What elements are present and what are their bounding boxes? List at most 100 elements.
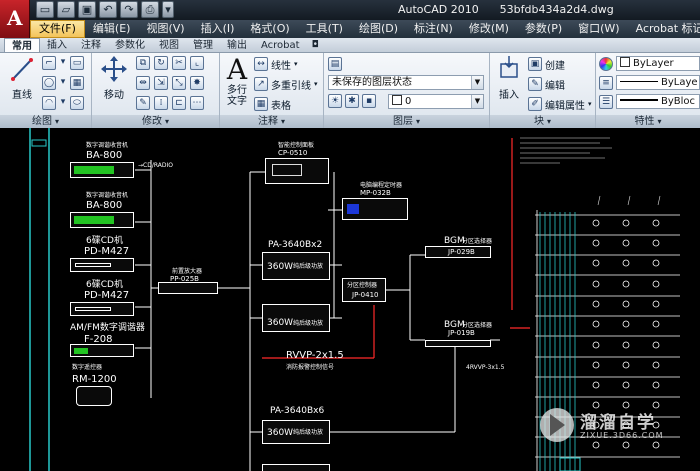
- mirror-button[interactable]: ⇹: [136, 75, 150, 91]
- fillet-button[interactable]: ⌞: [190, 55, 204, 71]
- tab-output[interactable]: 输出: [220, 38, 254, 52]
- menu-insert[interactable]: 插入(I): [193, 20, 243, 38]
- create-block-icon: ▣: [528, 57, 542, 71]
- dropdown-icon[interactable]: ▾: [59, 56, 67, 70]
- copy-button[interactable]: ⧉: [136, 55, 150, 71]
- dropdown-icon[interactable]: ▾: [588, 100, 592, 108]
- rectangle-button[interactable]: ▭: [70, 55, 84, 71]
- move-button[interactable]: 移动: [96, 55, 132, 101]
- cd2-device[interactable]: [70, 302, 134, 316]
- dropdown-icon[interactable]: ▼: [471, 95, 483, 108]
- menu-view[interactable]: 视图(V): [138, 20, 192, 38]
- edit-attributes-button[interactable]: ✐ 编辑属性 ▾: [528, 96, 592, 112]
- freeze-icon[interactable]: ✱: [345, 94, 359, 108]
- redo-icon[interactable]: ↷: [120, 1, 138, 18]
- amp4-device[interactable]: [262, 464, 330, 471]
- dropdown-icon[interactable]: ▼: [471, 76, 483, 89]
- current-layer-dropdown[interactable]: 0 ▼: [388, 94, 484, 109]
- offset-button[interactable]: ⊏: [172, 95, 186, 111]
- layer-state-dropdown[interactable]: 未保存的图层状态 ▼: [328, 75, 484, 90]
- ribbon-minimize-icon[interactable]: ◘: [307, 38, 324, 52]
- arc-button[interactable]: ◠ ▾: [42, 95, 67, 111]
- panel-modify-title[interactable]: 修改 ▾: [92, 115, 219, 128]
- bgm2-device[interactable]: [425, 340, 491, 347]
- panel-annotation-title[interactable]: 注释 ▾: [220, 115, 323, 128]
- menu-tools[interactable]: 工具(T): [298, 20, 351, 38]
- tab-manage[interactable]: 管理: [186, 38, 220, 52]
- tab-insert[interactable]: 插入: [40, 38, 74, 52]
- edit-block-button[interactable]: ✎ 编辑: [528, 76, 565, 92]
- create-block-button[interactable]: ▣ 创建: [528, 56, 565, 72]
- menu-draw[interactable]: 绘图(D): [351, 20, 406, 38]
- save-icon[interactable]: ▣: [78, 1, 96, 18]
- amfm-device[interactable]: [70, 344, 134, 357]
- panel-properties-title[interactable]: 特性 ▾: [596, 115, 700, 128]
- panel-draw-title[interactable]: 绘图 ▾: [0, 115, 91, 128]
- tuner1-device[interactable]: [70, 162, 134, 178]
- array-button[interactable]: ⁞: [154, 95, 168, 111]
- amp3-device[interactable]: 360W 纯后级功放: [262, 420, 330, 444]
- tab-home[interactable]: 常用: [4, 38, 40, 52]
- erase-button[interactable]: ✎: [136, 95, 150, 111]
- color-dropdown[interactable]: ByLayer: [616, 56, 700, 71]
- hatch-button[interactable]: ▦: [70, 75, 84, 91]
- match-properties-button[interactable]: [599, 56, 613, 72]
- application-menu-button[interactable]: A: [0, 0, 30, 38]
- remote-device[interactable]: [76, 386, 112, 406]
- open-icon[interactable]: ▱: [57, 1, 75, 18]
- menu-modify[interactable]: 修改(M): [461, 20, 517, 38]
- dropdown-icon[interactable]: ▾: [314, 80, 318, 88]
- cp-device[interactable]: [265, 158, 329, 184]
- menu-dimension[interactable]: 标注(N): [406, 20, 461, 38]
- dropdown-icon[interactable]: ▾: [162, 1, 174, 18]
- menu-edit[interactable]: 编辑(E): [85, 20, 139, 38]
- panel-block-title[interactable]: 块 ▾: [490, 115, 595, 128]
- tab-parametric[interactable]: 参数化: [108, 38, 152, 52]
- menu-format[interactable]: 格式(O): [242, 20, 297, 38]
- dropdown-icon[interactable]: ▾: [59, 96, 67, 110]
- explode-button[interactable]: ✸: [190, 75, 204, 91]
- watermark-logo-icon: [540, 408, 574, 442]
- tuner2-device[interactable]: [70, 212, 134, 228]
- amp1-device[interactable]: 360W 纯后级功放: [262, 252, 330, 280]
- multileader-button[interactable]: ↗ 多重引线 ▾: [254, 76, 318, 92]
- lineweight-dropdown[interactable]: ByBloc: [616, 94, 700, 109]
- mp-device[interactable]: [342, 198, 408, 220]
- table-button[interactable]: ▦ 表格: [254, 96, 291, 112]
- menu-bar: 文件(F) 编辑(E) 视图(V) 插入(I) 格式(O) 工具(T) 绘图(D…: [30, 20, 700, 38]
- line-button[interactable]: 直线: [6, 55, 38, 101]
- linetype-dropdown[interactable]: ByLaye: [616, 75, 700, 90]
- ellipse-button[interactable]: ⬭: [70, 95, 84, 111]
- plot-icon[interactable]: ⎙: [141, 1, 159, 18]
- linear-dimension-button[interactable]: ↔ 线性 ▾: [254, 56, 298, 72]
- new-icon[interactable]: ▭: [36, 1, 54, 18]
- tab-acrobat[interactable]: Acrobat: [254, 38, 307, 52]
- rotate-button[interactable]: ↻: [154, 55, 168, 71]
- panel-layers-title[interactable]: 图层 ▾: [324, 115, 489, 128]
- dropdown-icon[interactable]: ▾: [294, 60, 298, 68]
- menu-window[interactable]: 窗口(W): [570, 20, 627, 38]
- break-button[interactable]: ⋯: [190, 95, 204, 111]
- tab-annotate[interactable]: 注释: [74, 38, 108, 52]
- edit-block-icon: ✎: [528, 77, 542, 91]
- circle-button[interactable]: ◯ ▾: [42, 75, 67, 91]
- menu-file[interactable]: 文件(F): [30, 20, 85, 38]
- lock-icon[interactable]: ▪: [362, 94, 376, 108]
- layer-properties-button[interactable]: ▤: [328, 56, 342, 72]
- undo-icon[interactable]: ↶: [99, 1, 117, 18]
- menu-acrobat[interactable]: Acrobat 标记(C): [628, 20, 700, 38]
- insert-block-button[interactable]: 插入: [493, 55, 525, 101]
- cd1-device[interactable]: [70, 258, 134, 272]
- menu-parametric[interactable]: 参数(P): [517, 20, 570, 38]
- trim-button[interactable]: ✂: [172, 55, 186, 71]
- polyline-button[interactable]: ⌐ ▾: [42, 55, 67, 71]
- amp2-device[interactable]: 360W 纯后级功放: [262, 304, 330, 332]
- preamp-device[interactable]: [158, 282, 218, 294]
- dropdown-icon[interactable]: ▾: [59, 76, 67, 90]
- stretch-button[interactable]: ⇲: [154, 75, 168, 91]
- lightbulb-icon[interactable]: ☀: [328, 94, 342, 108]
- bgm1-device[interactable]: JP-029B: [425, 246, 491, 258]
- scale-button[interactable]: ⤡: [172, 75, 186, 91]
- tab-view[interactable]: 视图: [152, 38, 186, 52]
- mtext-button[interactable]: A 多行 文字: [222, 55, 252, 108]
